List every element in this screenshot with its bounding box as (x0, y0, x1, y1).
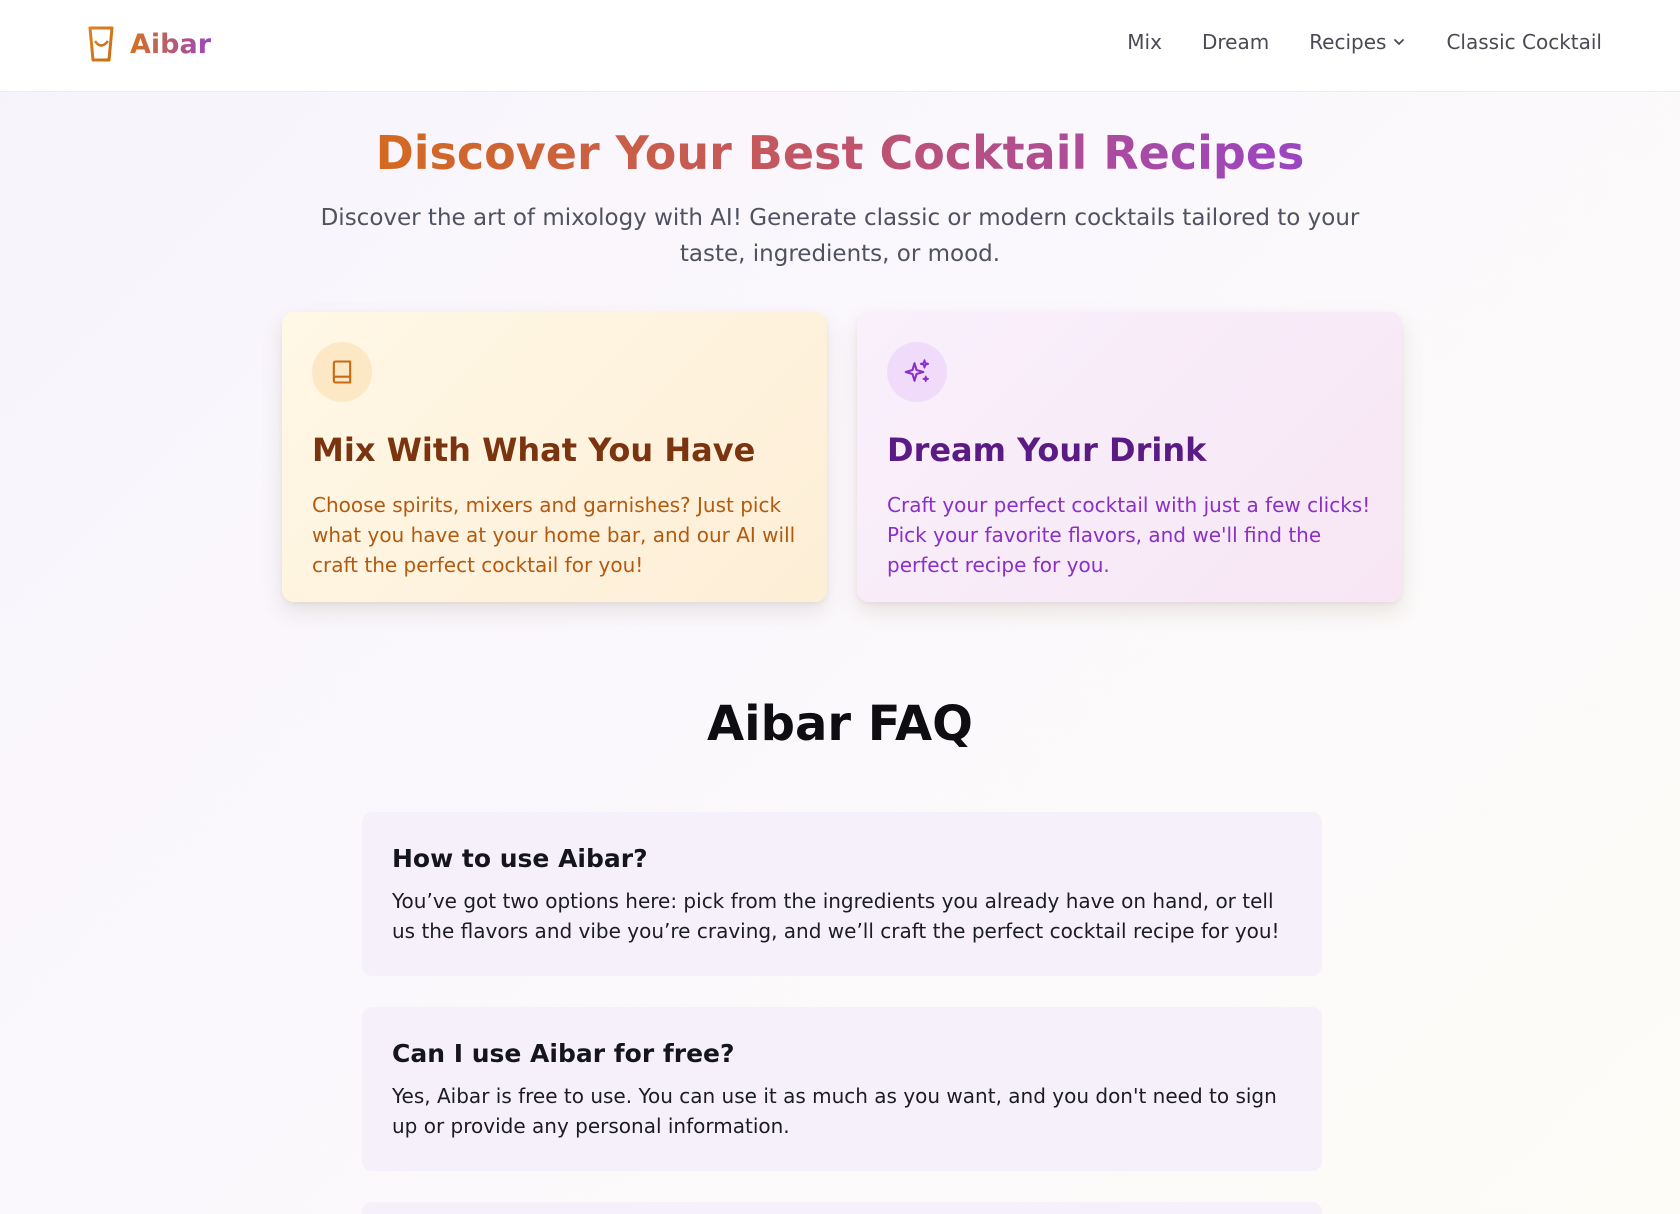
nav-link-dream[interactable]: Dream (1202, 30, 1269, 54)
dream-card-description: Craft your perfect cocktail with just a … (887, 493, 1371, 577)
nav-link-classic-cocktail[interactable]: Classic Cocktail (1446, 30, 1602, 54)
faq-title: Aibar FAQ (707, 696, 973, 752)
faq-answer: Yes, Aibar is free to use. You can use i… (392, 1084, 1277, 1138)
nav-recipes-label: Recipes (1309, 30, 1387, 54)
nav-link-recipes[interactable]: Recipes (1309, 30, 1406, 54)
mix-card[interactable]: Mix With What You Have Choose spirits, m… (282, 312, 827, 602)
faq-question: Can I use Aibar for free? (392, 1039, 735, 1068)
brand-logo-link[interactable]: Aibar (86, 22, 211, 66)
nav-link-mix[interactable]: Mix (1127, 30, 1162, 54)
mix-card-icon-wrap (312, 342, 372, 402)
hero-title: Discover Your Best Cocktail Recipes (0, 126, 1680, 180)
sparkles-icon (904, 359, 930, 383)
hero-subtitle: Discover the art of mixology with AI! Ge… (320, 205, 1360, 267)
glass-logo-icon (88, 26, 114, 62)
faq-answer: You’ve got two options here: pick from t… (392, 889, 1280, 943)
main-nav: Mix Dream Recipes Classic Cocktail (1127, 26, 1602, 58)
mix-card-description: Choose spirits, mixers and garnishes? Ju… (312, 493, 796, 577)
chevron-down-icon (1394, 39, 1405, 45)
faq-item: How to use Aibar? You’ve got two options… (362, 812, 1322, 976)
dream-card[interactable]: Dream Your Drink Craft your perfect cock… (857, 312, 1402, 602)
faq-question: How to use Aibar? (392, 844, 648, 873)
faq-item: Can I use Aibar for free? Yes, Aibar is … (362, 1007, 1322, 1171)
brand-name: Aibar (130, 28, 212, 60)
dream-card-title: Dream Your Drink (887, 431, 1207, 469)
mix-card-title: Mix With What You Have (312, 431, 756, 469)
dream-card-icon-wrap (887, 342, 947, 402)
site-header: Aibar Mix Dream Recipes Classic Cocktail (0, 0, 1680, 92)
hero-title-text: Discover Your Best Cocktail Recipes (375, 126, 1305, 180)
book-icon (332, 360, 352, 384)
faq-item-partial (362, 1202, 1322, 1214)
